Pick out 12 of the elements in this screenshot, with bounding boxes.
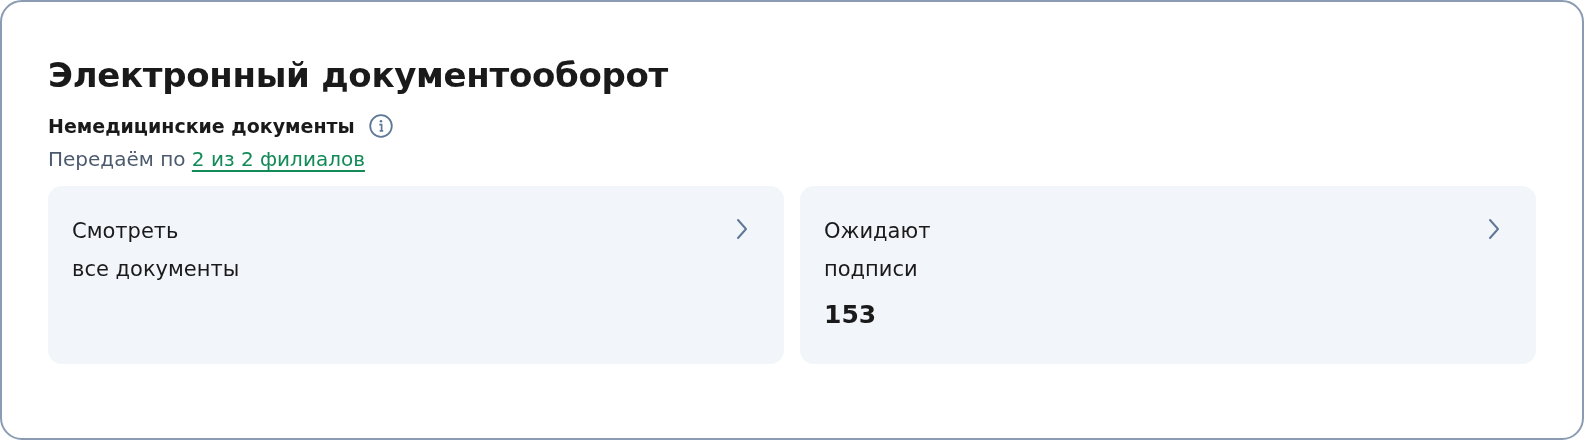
page-title: Электронный документооборот xyxy=(48,54,669,97)
nav-tile[interactable]: Смотреть все документы xyxy=(48,186,784,364)
tile-label: Ожидают подписи xyxy=(824,218,931,283)
section-heading: Немедицинские документы xyxy=(48,114,355,139)
tile-count: 153 xyxy=(824,299,877,331)
status-text: Передаём по 2 из 2 филиалов xyxy=(48,146,366,173)
chevron-icon xyxy=(1488,218,1500,240)
nav-tile[interactable]: Ожидают подписи 153 xyxy=(800,186,1536,364)
branches-link[interactable]: 2 из 2 филиалов xyxy=(191,147,365,171)
info-icon[interactable] xyxy=(368,114,393,138)
chevron-icon xyxy=(736,218,748,240)
tile-label: Смотреть все документы xyxy=(72,218,240,283)
